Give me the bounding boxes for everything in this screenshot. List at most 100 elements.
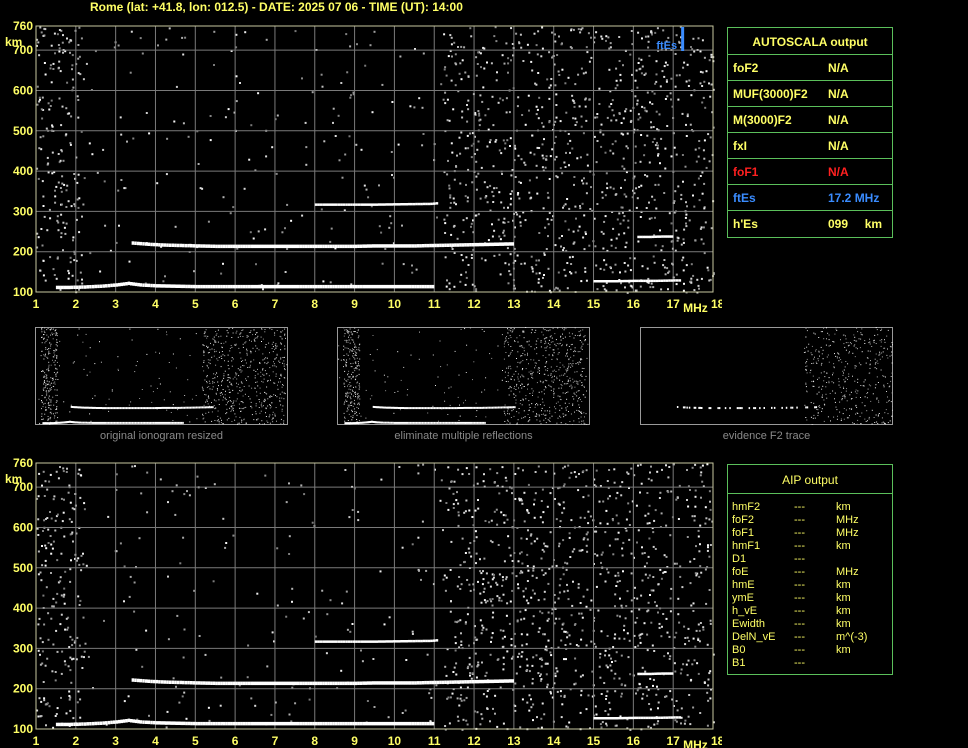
noise-dot (546, 545, 549, 548)
noise-dot (66, 184, 69, 187)
noise-dot (558, 542, 561, 545)
noise-dot (388, 226, 391, 229)
noise-dot (660, 249, 663, 252)
thumb-dot (269, 328, 271, 330)
noise-dot (509, 554, 512, 557)
trace-point (289, 284, 293, 289)
trace-point (187, 284, 191, 289)
thumb-dot (580, 373, 582, 375)
thumb-dot (584, 339, 586, 341)
thumb-dot (870, 360, 871, 362)
trace-point (670, 235, 674, 238)
thumb-dot (244, 342, 246, 344)
thumb-dot (50, 387, 52, 389)
thumb-dot (550, 389, 552, 391)
noise-dot (526, 43, 529, 46)
thumb-dot (262, 381, 264, 383)
trace-point (97, 284, 100, 289)
noise-dot (664, 61, 667, 64)
thumb-dot (887, 383, 889, 384)
thumb-dot (844, 366, 846, 368)
thumb-dot (55, 332, 57, 334)
thumb-dot (869, 364, 871, 366)
thumb-dot (890, 346, 892, 348)
trace-point (625, 279, 629, 283)
trace-point (651, 235, 655, 239)
noise-dot (660, 512, 663, 515)
trace-point (217, 244, 221, 249)
noise-dot (459, 62, 462, 65)
thumb-dot (45, 376, 47, 377)
thumb-dot (854, 336, 856, 338)
thumb-dot (855, 413, 857, 415)
thumb-dot (228, 389, 230, 391)
thumb-dot (571, 333, 573, 335)
noise-dot (677, 98, 680, 101)
thumb-dot (860, 333, 862, 335)
thumb-dot (407, 389, 409, 390)
noise-dot (503, 234, 506, 237)
thumb-dot (458, 374, 460, 376)
noise-dot (207, 220, 210, 223)
trace-point (498, 242, 502, 246)
noise-dot (688, 219, 691, 222)
thumb-dot (78, 328, 80, 330)
thumb-dot (875, 353, 877, 355)
thumb-dot (274, 348, 276, 350)
noise-dot (656, 470, 659, 473)
noise-dot (653, 92, 656, 95)
thumb-trace-point (212, 406, 214, 409)
noise-dot (516, 105, 519, 108)
trace-point (653, 279, 656, 283)
thumb-trace-point (701, 407, 703, 409)
noise-dot (507, 57, 510, 60)
noise-dot (542, 157, 545, 160)
trace-point (377, 284, 380, 289)
trace-point (386, 284, 390, 289)
thumb-dot (203, 362, 204, 363)
thumb-dot (560, 416, 562, 418)
noise-dot (590, 36, 592, 39)
thumb-dot (150, 385, 152, 387)
noise-dot (401, 224, 403, 227)
thumb-dot (549, 410, 551, 412)
thumb-trace-point (454, 407, 457, 410)
noise-dot (566, 198, 569, 200)
thumb-dot (54, 364, 56, 366)
thumb-dot (509, 353, 511, 355)
noise-dot (499, 97, 502, 100)
noise-dot (48, 208, 51, 211)
noise-dot (580, 115, 583, 118)
thumb-dot (823, 380, 825, 382)
thumb-dot (283, 363, 285, 365)
thumb-dot (41, 401, 43, 403)
noise-dot (647, 40, 650, 43)
noise-dot (675, 631, 678, 634)
trace-point (60, 285, 64, 290)
thumb-dot (354, 327, 356, 329)
thumb-dot (885, 423, 886, 425)
noise-dot (680, 243, 683, 246)
thumb-dot (550, 366, 552, 368)
noise-dot (53, 32, 56, 35)
thumb-dot (578, 397, 580, 398)
noise-dot (646, 267, 649, 270)
noise-dot (648, 703, 651, 705)
noise-dot (681, 259, 684, 262)
noise-dot (421, 106, 424, 109)
thumb-dot (508, 413, 510, 415)
thumb-dot (397, 390, 399, 392)
noise-dot (501, 99, 504, 102)
thumb-dot (891, 415, 893, 417)
noise-dot (118, 224, 120, 227)
noise-dot (602, 285, 605, 288)
thumb-dot (239, 352, 241, 354)
noise-dot (42, 135, 45, 138)
trace-point (187, 243, 190, 248)
noise-dot (627, 219, 630, 222)
trace-point (350, 203, 353, 206)
trace-point (255, 244, 258, 249)
thumb-trace-point (512, 406, 515, 409)
thumb-dot (283, 422, 285, 424)
noise-dot (605, 39, 607, 42)
